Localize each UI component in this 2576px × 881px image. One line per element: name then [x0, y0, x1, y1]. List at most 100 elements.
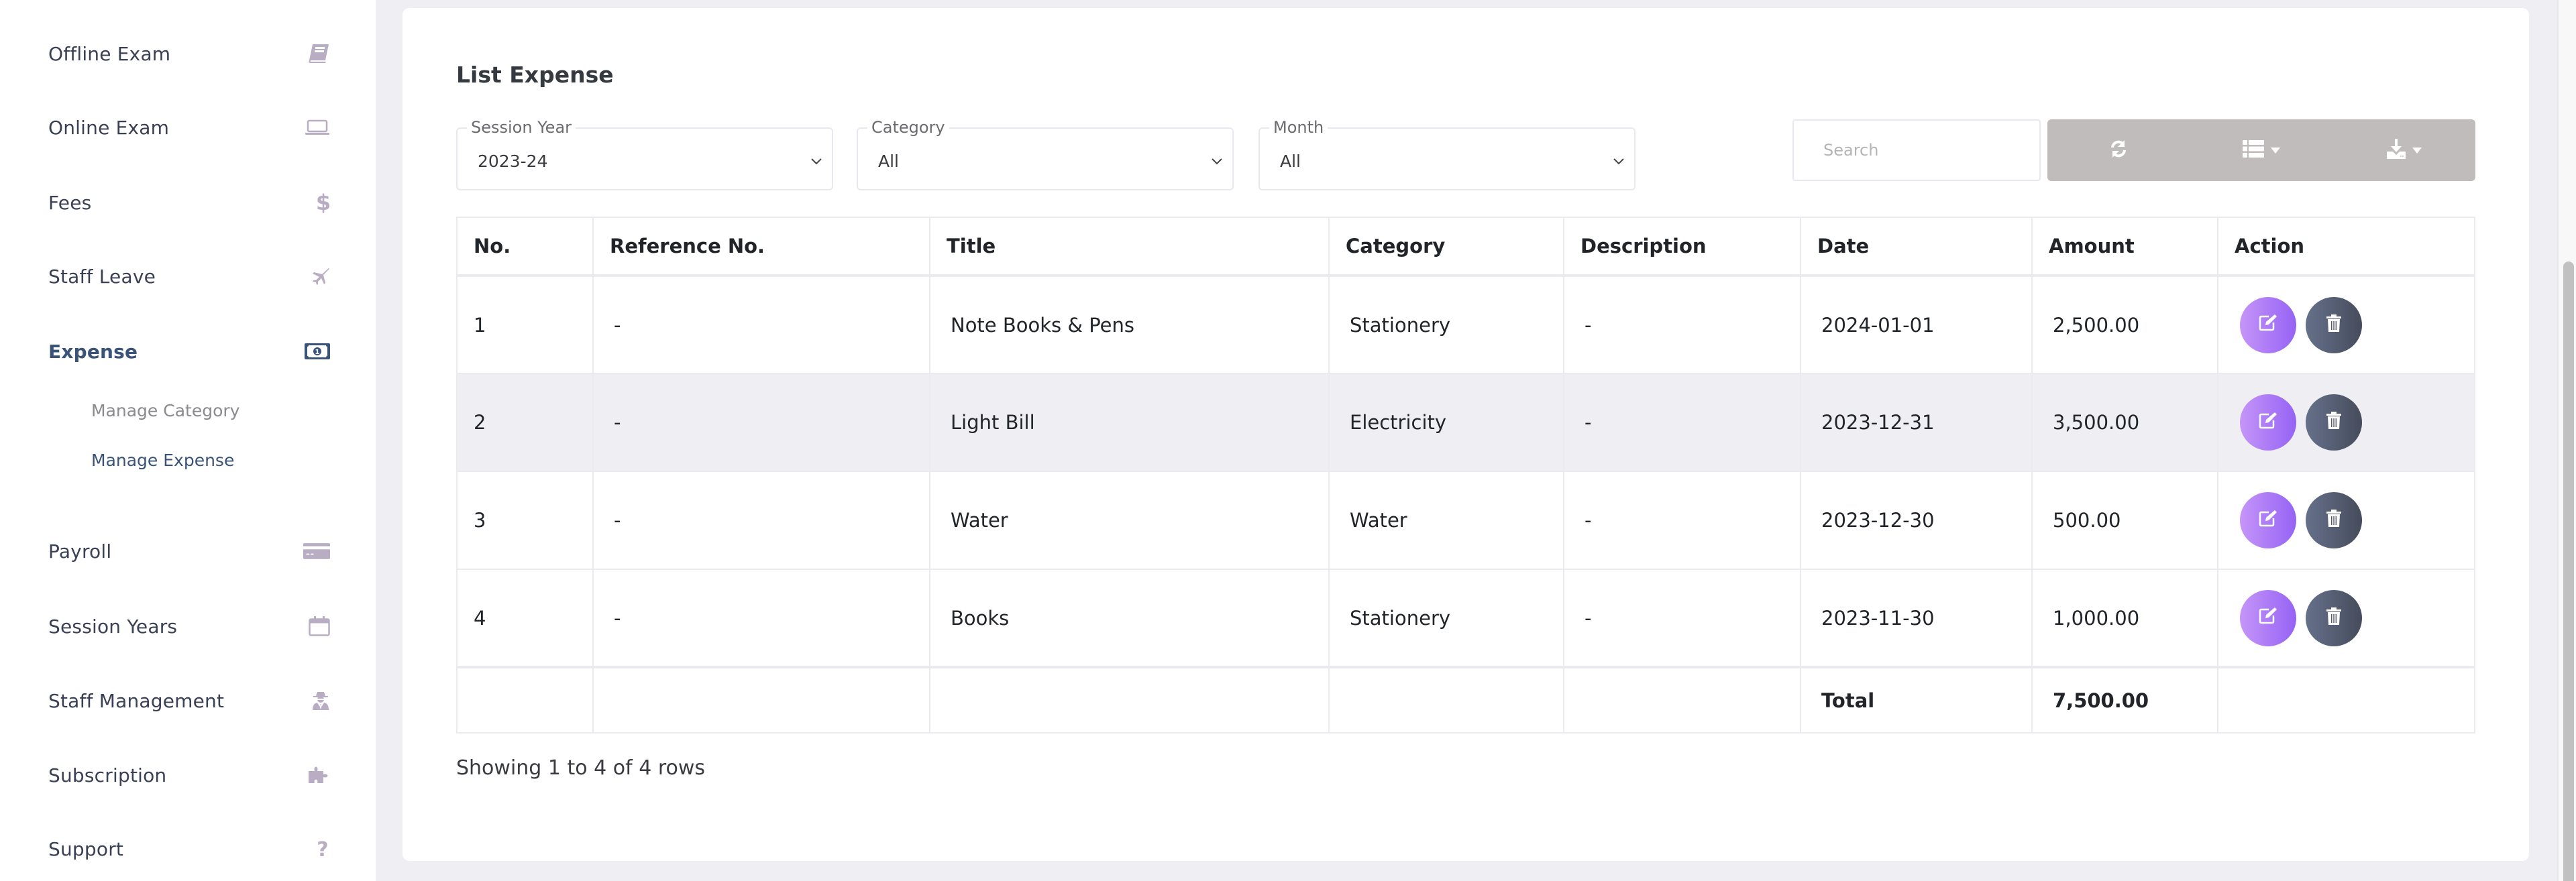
puzzle-icon — [303, 762, 330, 788]
refresh-icon — [2109, 139, 2128, 162]
sidebar-item-staff-leave[interactable]: Staff Leave — [48, 256, 330, 296]
cell-no: 4 — [456, 569, 594, 668]
sidebar-item-fees[interactable]: Fees $ — [48, 182, 330, 223]
sidebar-item-session-years[interactable]: Session Years — [48, 606, 330, 646]
laptop-icon — [303, 114, 330, 141]
cell-amount: 500.00 — [2031, 471, 2218, 570]
sidebar-item-staff-management[interactable]: Staff Management — [48, 681, 330, 721]
edit-icon — [2258, 509, 2278, 532]
cell-title: Note Books & Pens — [929, 275, 1330, 374]
columns-toggle-button[interactable] — [2190, 119, 2333, 181]
total-label: Total — [1800, 666, 2033, 733]
sidebar-item-payroll[interactable]: Payroll — [48, 531, 330, 571]
cell-reference-no: - — [592, 275, 930, 374]
session-year-select[interactable]: Session Year 2023-24 — [456, 119, 833, 190]
delete-button[interactable] — [2306, 589, 2362, 646]
cell-date: 2023-12-30 — [1800, 471, 2033, 570]
cell-category: Electricity — [1328, 373, 1564, 472]
category-dropdown[interactable]: All — [857, 127, 1234, 190]
trash-icon — [2326, 411, 2341, 434]
column-header-amount[interactable]: Amount — [2031, 217, 2218, 277]
session-year-value: 2023-24 — [478, 152, 548, 171]
column-header-action: Action — [2217, 217, 2475, 277]
cell-description: - — [1563, 373, 1801, 472]
credit-card-icon — [303, 538, 330, 565]
search-input[interactable] — [1792, 119, 2041, 181]
book-icon — [303, 40, 330, 67]
cell-no: 2 — [456, 373, 594, 472]
sidebar-item-offline-exam[interactable]: Offline Exam — [48, 34, 330, 74]
edit-icon — [2258, 606, 2278, 630]
sidebar: Offline Exam Online Exam Fees $ Staff Le… — [0, 0, 376, 881]
cell-title: Water — [929, 471, 1330, 570]
edit-button[interactable] — [2240, 394, 2296, 451]
download-icon — [2386, 139, 2406, 162]
chevron-down-icon — [1211, 156, 1223, 168]
delete-button[interactable] — [2306, 492, 2362, 548]
table-row: 1 - Note Books & Pens Stationery - 2024-… — [456, 275, 2475, 374]
cell-title: Books — [929, 569, 1330, 668]
column-header-date[interactable]: Date — [1800, 217, 2033, 277]
plane-icon — [303, 263, 330, 290]
calendar-icon — [303, 613, 330, 640]
expense-table: No. Reference No. Title Category Descrip… — [456, 217, 2475, 733]
trash-icon — [2326, 509, 2341, 532]
sidebar-item-online-exam[interactable]: Online Exam — [48, 107, 330, 148]
table-footer-row: Total 7,500.00 — [456, 666, 2475, 733]
delete-button[interactable] — [2306, 394, 2362, 451]
list-icon — [2243, 140, 2264, 160]
cell-no: 1 — [456, 275, 594, 374]
sidebar-item-support[interactable]: Support ? — [48, 829, 330, 869]
sidebar-subitem-manage-category[interactable]: Manage Category — [91, 401, 239, 420]
export-button[interactable] — [2332, 119, 2475, 181]
caret-down-icon — [2271, 147, 2280, 154]
trash-icon — [2326, 314, 2341, 337]
dollar-icon: $ — [303, 189, 330, 216]
svg-text:$: $ — [317, 192, 330, 213]
total-value: 7,500.00 — [2031, 666, 2218, 733]
cell-title: Light Bill — [929, 373, 1330, 472]
category-select[interactable]: Category All — [857, 119, 1234, 190]
sidebar-item-expense[interactable]: Expense 1 — [48, 331, 330, 371]
month-label: Month — [1269, 119, 1328, 135]
category-value: All — [878, 152, 899, 171]
cell-amount: 1,000.00 — [2031, 569, 2218, 668]
sidebar-item-label: Subscription — [48, 764, 167, 786]
month-select[interactable]: Month All — [1258, 119, 1635, 190]
sidebar-subitem-manage-expense[interactable]: Manage Expense — [91, 451, 234, 470]
sidebar-item-subscription[interactable]: Subscription — [48, 755, 330, 795]
refresh-button[interactable] — [2047, 119, 2190, 181]
expense-list-card: List Expense Session Year 2023-24 Catego… — [402, 8, 2529, 861]
cell-category: Stationery — [1328, 275, 1564, 374]
category-label: Category — [867, 119, 949, 135]
month-dropdown[interactable]: All — [1258, 127, 1635, 190]
column-header-description[interactable]: Description — [1563, 217, 1801, 277]
caret-down-icon — [2412, 147, 2422, 154]
cell-category: Stationery — [1328, 569, 1564, 668]
month-value: All — [1280, 152, 1301, 171]
scrollbar-thumb[interactable] — [2563, 261, 2574, 881]
cell-date: 2024-01-01 — [1800, 275, 2033, 374]
sidebar-item-label: Staff Leave — [48, 265, 156, 288]
money-bill-icon: 1 — [303, 338, 330, 365]
cell-reference-no: - — [592, 471, 930, 570]
sidebar-item-label: Support — [48, 837, 124, 860]
cell-action — [2217, 569, 2475, 668]
edit-icon — [2258, 313, 2278, 337]
edit-button[interactable] — [2240, 492, 2296, 548]
page-scrollbar[interactable] — [2557, 0, 2576, 881]
edit-button[interactable] — [2240, 296, 2296, 353]
cell-action — [2217, 471, 2475, 570]
edit-button[interactable] — [2240, 589, 2296, 646]
edit-icon — [2258, 411, 2278, 434]
sidebar-item-label: Offline Exam — [48, 42, 171, 65]
sidebar-item-label: Expense — [48, 340, 138, 363]
column-header-category[interactable]: Category — [1328, 217, 1564, 277]
session-year-dropdown[interactable]: 2023-24 — [456, 127, 833, 190]
column-header-no[interactable]: No. — [456, 217, 594, 277]
sidebar-item-label: Online Exam — [48, 116, 170, 139]
svg-text:?: ? — [317, 839, 328, 859]
delete-button[interactable] — [2306, 296, 2362, 353]
column-header-reference-no[interactable]: Reference No. — [592, 217, 930, 277]
column-header-title[interactable]: Title — [929, 217, 1330, 277]
